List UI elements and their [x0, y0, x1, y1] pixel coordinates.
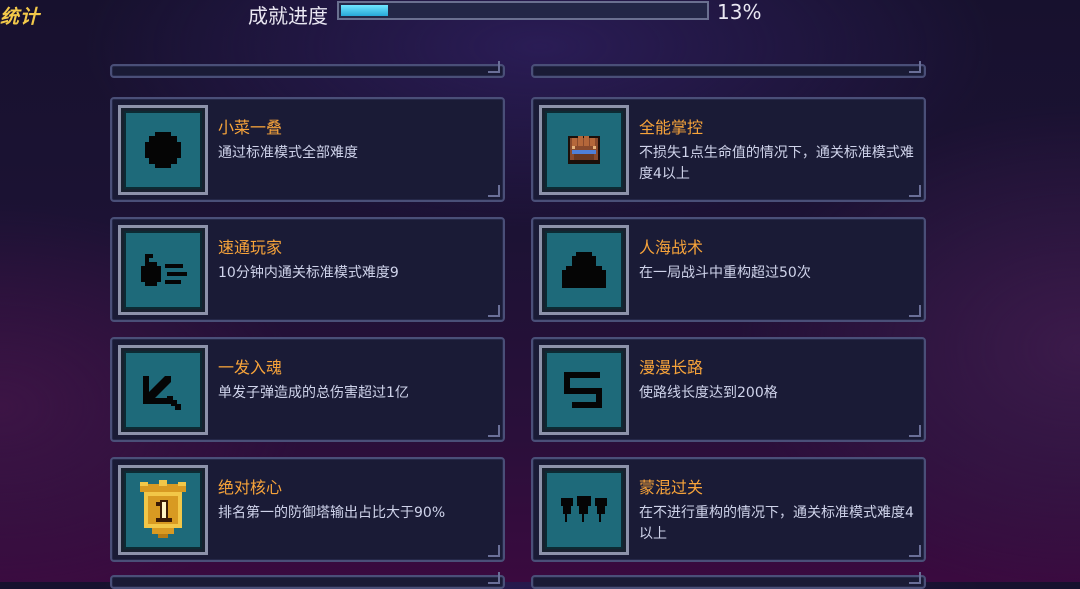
achievement-card-partial [110, 61, 505, 78]
achievement-icon-frame [118, 225, 208, 315]
achievement-icon-frame [539, 105, 629, 195]
achievement-title: 人海战术 [639, 238, 704, 257]
achievement-title: 速通玩家 [218, 238, 283, 257]
achievement-description: 单发子弹造成的总伤害超过1亿 [218, 385, 409, 401]
achievement-icon-frame [118, 465, 208, 555]
achievement-icon-frame [539, 345, 629, 435]
top-bar: 统计 成就进度 13% [0, 0, 1080, 28]
achievement-title: 蒙混过关 [639, 478, 704, 497]
achievement-card-partial [110, 572, 505, 589]
achievement-progress-bar [337, 1, 709, 20]
achievement-card-partial [531, 572, 926, 589]
achievement-card[interactable]: 全能掌控 不损失1点生命值的情况下，通关标准模式难度4以上 [531, 97, 926, 202]
achievement-card[interactable]: 绝对核心 排名第一的防御塔输出占比大于90% [110, 457, 505, 562]
achievement-card[interactable]: 人海战术 在一局战斗中重构超过50次 [531, 217, 926, 322]
achievement-icon-frame [539, 225, 629, 315]
gauntlet-fist-icon [568, 136, 600, 164]
achievement-card[interactable]: 蒙混过关 在不进行重构的情况下，通关标准模式难度4以上 [531, 457, 926, 562]
locked-arrow-icon [143, 376, 181, 410]
achievement-icon-frame [118, 105, 208, 195]
progress-bar-fill [341, 5, 388, 16]
achievement-description: 在一局战斗中重构超过50次 [639, 265, 811, 281]
achievement-description: 使路线长度达到200格 [639, 385, 778, 401]
achievement-description: 在不进行重构的情况下，通关标准模式难度4以上 [639, 505, 914, 542]
locked-blob-icon [145, 132, 181, 168]
achievement-title: 漫漫长路 [639, 358, 704, 377]
achievement-title: 全能掌控 [639, 118, 704, 137]
achievement-description: 通过标准模式全部难度 [218, 145, 358, 161]
achievement-title: 小菜一叠 [218, 118, 283, 137]
achievement-card-partial [531, 61, 926, 78]
locked-trees-icon [561, 496, 607, 522]
achievement-card[interactable]: 速通玩家 10分钟内通关标准模式难度9 [110, 217, 505, 322]
achievement-title: 一发入魂 [218, 358, 283, 377]
gold-rank-one-badge-icon [140, 480, 186, 538]
achievement-card[interactable]: 小菜一叠 通过标准模式全部难度 [110, 97, 505, 202]
achievement-title: 绝对核心 [218, 478, 283, 497]
statistics-tab[interactable]: 统计 [0, 2, 40, 29]
achievement-icon-frame [539, 465, 629, 555]
achievement-description: 10分钟内通关标准模式难度9 [218, 265, 399, 281]
achievement-icon-frame [118, 345, 208, 435]
locked-crowd-icon [562, 252, 606, 288]
achievement-description: 排名第一的防御塔输出占比大于90% [218, 505, 446, 521]
progress-label: 成就进度 [248, 4, 328, 28]
achievement-card[interactable]: 漫漫长路 使路线长度达到200格 [531, 337, 926, 442]
achievement-description: 不损失1点生命值的情况下，通关标准模式难度4以上 [639, 145, 914, 182]
achievement-card[interactable]: 一发入魂 单发子弹造成的总伤害超过1亿 [110, 337, 505, 442]
progress-percent: 13% [717, 0, 762, 24]
locked-speed-bomb-icon [141, 254, 187, 286]
locked-path-icon [564, 372, 602, 408]
